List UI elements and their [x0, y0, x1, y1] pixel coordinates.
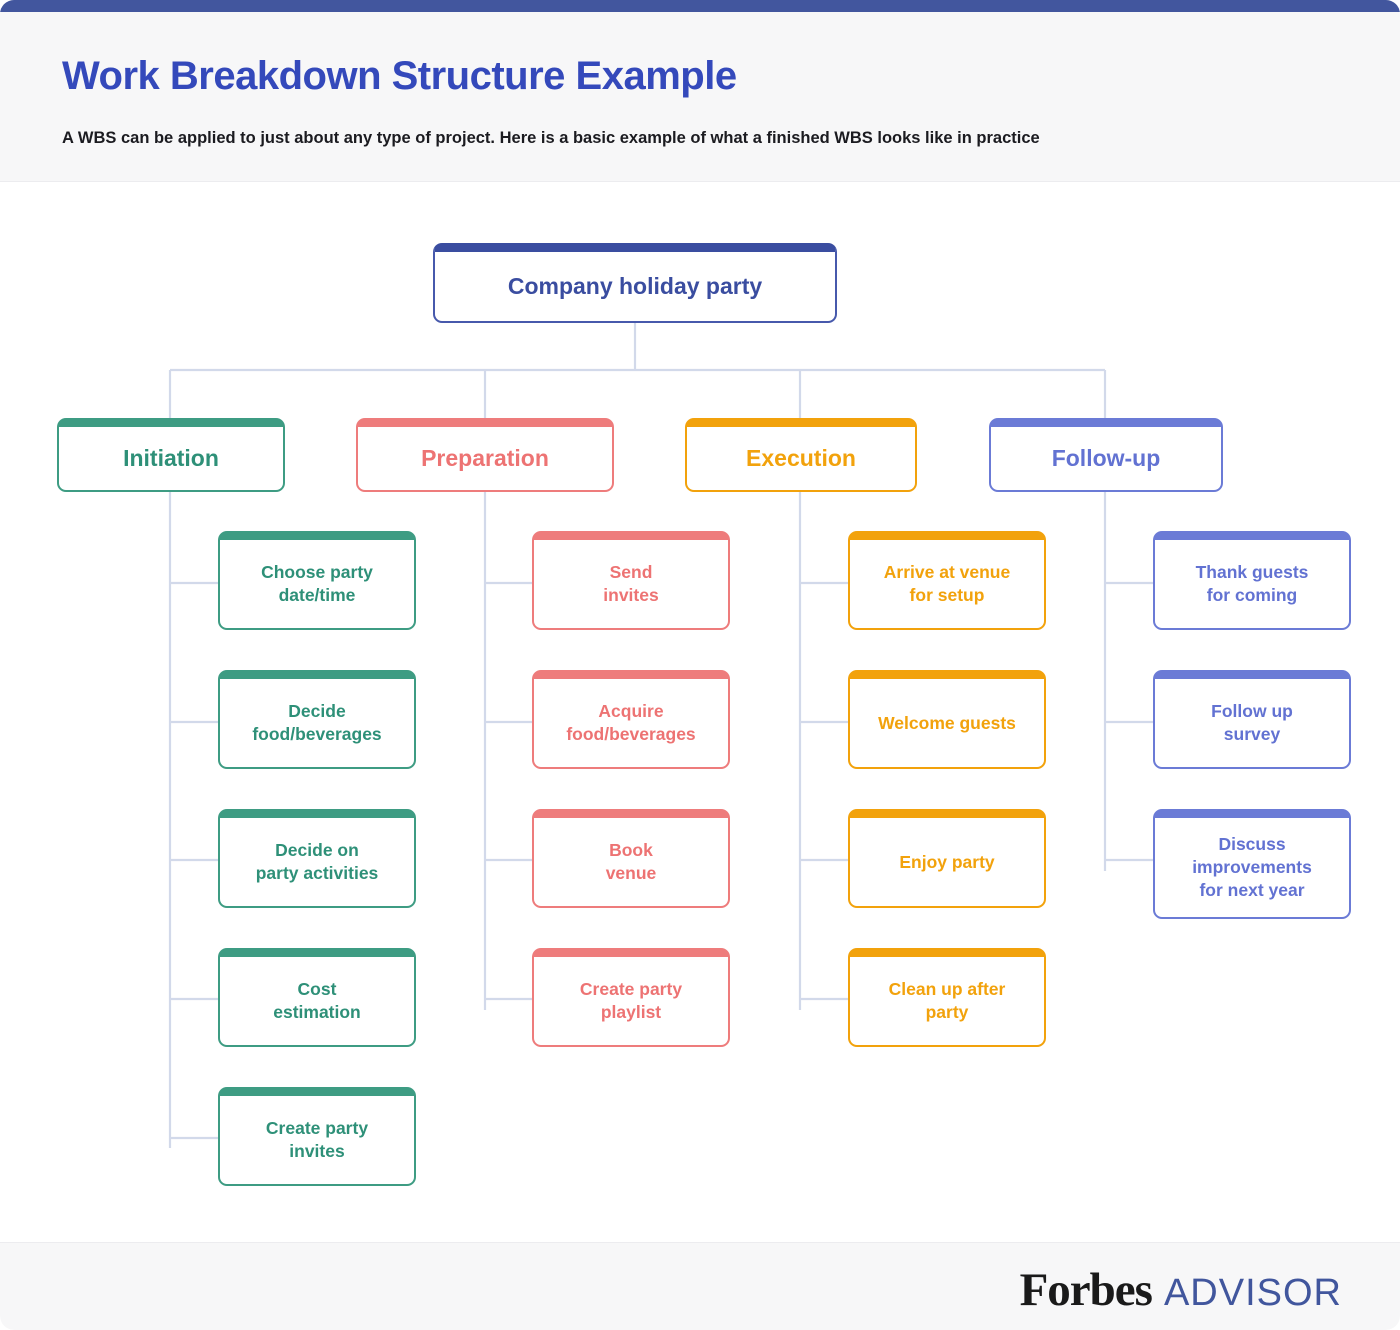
- node-phase-preparation-label: Preparation: [421, 444, 549, 471]
- node-task-choose-party-date-time[interactable]: Choose party date/time: [218, 531, 416, 630]
- footer-panel: Forbes ADVISOR: [0, 1242, 1400, 1330]
- node-phase-execution-label: Execution: [746, 444, 856, 471]
- node-task-enjoy-party[interactable]: Enjoy party: [848, 809, 1046, 908]
- node-task-create-party-invites[interactable]: Create party invites: [218, 1087, 416, 1186]
- node-task-thank-guests-for-coming[interactable]: Thank guests for coming: [1153, 531, 1351, 630]
- node-task-label: Book venue: [605, 840, 657, 883]
- page-title: Work Breakdown Structure Example: [62, 54, 737, 98]
- forbes-advisor-logo: Forbes ADVISOR: [1020, 1263, 1342, 1317]
- node-task-label: Decide on party activities: [255, 840, 379, 883]
- node-task-label: Discuss improvements for next year: [1192, 834, 1312, 900]
- node-phase-preparation[interactable]: Preparation: [356, 418, 614, 492]
- node-task-label: Clean up after party: [888, 979, 1006, 1022]
- node-task-label: Welcome guests: [878, 712, 1016, 733]
- node-task-label: Enjoy party: [899, 851, 995, 872]
- header-panel: Work Breakdown Structure Example A WBS c…: [0, 12, 1400, 182]
- node-task-label: Arrive at venue for setup: [883, 562, 1011, 605]
- node-task-create-party-playlist[interactable]: Create party playlist: [532, 948, 730, 1047]
- logo-advisor-wordmark: ADVISOR: [1163, 1272, 1342, 1314]
- logo-forbes-wordmark: Forbes: [1019, 1264, 1153, 1316]
- node-task-label: Send invites: [603, 562, 659, 605]
- node-task-acquire-food-beverages[interactable]: Acquire food/beverages: [532, 670, 730, 769]
- node-task-decide-party-activities[interactable]: Decide on party activities: [218, 809, 416, 908]
- node-root-label: Company holiday party: [507, 272, 763, 299]
- infographic-card: Work Breakdown Structure Example A WBS c…: [0, 0, 1400, 1330]
- brand-accent-bar: [0, 0, 1400, 12]
- node-task-clean-up-after-party[interactable]: Clean up after party: [848, 948, 1046, 1047]
- node-phase-followup[interactable]: Follow-up: [989, 418, 1223, 492]
- node-phase-initiation-label: Initiation: [123, 444, 219, 471]
- node-task-follow-up-survey[interactable]: Follow up survey: [1153, 670, 1351, 769]
- node-task-book-venue[interactable]: Book venue: [532, 809, 730, 908]
- page-subtitle: A WBS can be applied to just about any t…: [62, 129, 1040, 147]
- node-task-decide-food-beverages[interactable]: Decide food/beverages: [218, 670, 416, 769]
- node-task-label: Create party invites: [265, 1118, 369, 1161]
- node-task-arrive-at-venue-for-setup[interactable]: Arrive at venue for setup: [848, 531, 1046, 630]
- node-task-welcome-guests[interactable]: Welcome guests: [848, 670, 1046, 769]
- node-task-label: Cost estimation: [273, 979, 361, 1022]
- node-task-label: Acquire food/beverages: [566, 701, 696, 744]
- node-task-label: Decide food/beverages: [252, 701, 382, 744]
- node-task-send-invites[interactable]: Send invites: [532, 531, 730, 630]
- node-task-discuss-improvements-for-next-year[interactable]: Discuss improvements for next year: [1153, 809, 1351, 919]
- node-phase-execution[interactable]: Execution: [685, 418, 917, 492]
- node-task-cost-estimation[interactable]: Cost estimation: [218, 948, 416, 1047]
- node-phase-followup-label: Follow-up: [1051, 444, 1161, 471]
- node-task-label: Thank guests for coming: [1195, 562, 1309, 605]
- node-root[interactable]: Company holiday party: [433, 243, 837, 323]
- diagram-canvas: Company holiday party Initiation Prepara…: [0, 183, 1400, 1242]
- node-task-label: Create party playlist: [579, 979, 683, 1022]
- node-task-label: Follow up survey: [1211, 701, 1293, 744]
- node-phase-initiation[interactable]: Initiation: [57, 418, 285, 492]
- node-task-label: Choose party date/time: [261, 562, 373, 605]
